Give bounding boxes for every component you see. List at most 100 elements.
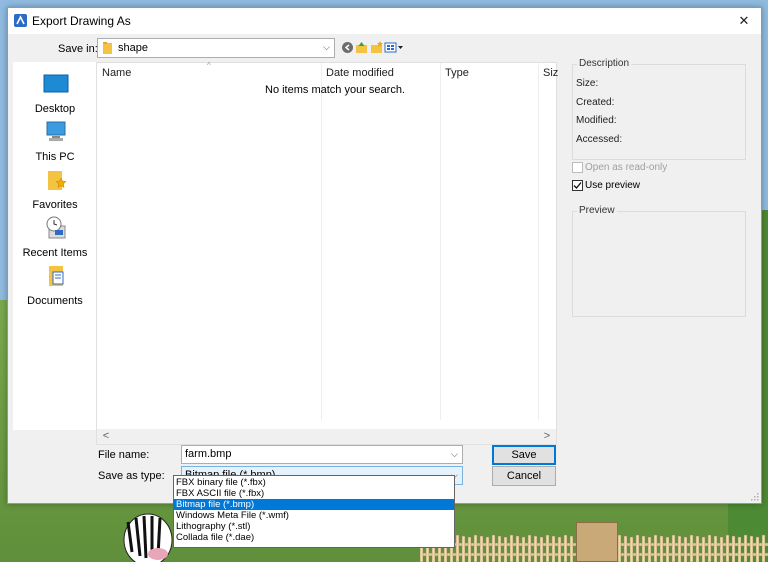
fence-picket: [707, 534, 712, 562]
place-desktop[interactable]: Desktop: [13, 70, 97, 116]
scroll-left-icon[interactable]: <: [99, 429, 113, 444]
column-header-type[interactable]: Type: [445, 67, 469, 79]
fence-picket: [467, 536, 472, 562]
preview-legend: Preview: [577, 205, 617, 216]
title-bar: Export Drawing As ✕: [8, 8, 761, 34]
description-group: Description Size: Created: Modified: Acc…: [572, 58, 746, 160]
place-label: This PC: [35, 151, 75, 163]
use-preview-checkbox[interactable]: [572, 180, 583, 191]
fence-picket: [683, 536, 688, 562]
chevron-down-icon: ⌵: [451, 449, 458, 459]
save-in-label: Save in:: [58, 43, 98, 55]
fence-picket: [623, 535, 628, 562]
modified-label: Modified:: [576, 115, 617, 126]
folder-icon: [103, 42, 112, 54]
file-name-value: farm.bmp: [185, 448, 232, 460]
view-menu-icon[interactable]: [384, 41, 404, 54]
file-name-label: File name:: [98, 449, 150, 461]
preview-group: Preview: [572, 205, 746, 317]
open-read-only-checkbox[interactable]: [572, 162, 583, 173]
fence-picket: [473, 534, 478, 562]
fence-picket: [503, 536, 508, 562]
fence-picket: [551, 535, 556, 562]
created-label: Created:: [576, 97, 615, 108]
column-header-size[interactable]: Siz: [543, 67, 558, 79]
cancel-button[interactable]: Cancel: [492, 466, 556, 486]
recent-items-icon: [46, 216, 66, 239]
column-divider: [538, 63, 539, 420]
save-button[interactable]: Save: [492, 445, 556, 465]
back-icon[interactable]: [341, 41, 354, 54]
file-list[interactable]: Name ^ Date modified Type Siz No items m…: [96, 61, 558, 445]
fence-picket: [719, 536, 724, 562]
fence-picket: [563, 534, 568, 562]
place-recent-items[interactable]: Recent Items: [13, 214, 97, 260]
horizontal-scrollbar[interactable]: < >: [97, 429, 556, 444]
dropdown-option-selected[interactable]: Bitmap file (*.bmp): [174, 499, 454, 510]
this-pc-icon: [46, 121, 66, 141]
use-preview-label: Use preview: [585, 180, 641, 191]
empty-message: No items match your search.: [265, 84, 405, 96]
desktop-icon: [43, 74, 69, 93]
fence-picket: [647, 536, 652, 562]
chevron-down-icon: ⌵: [323, 42, 330, 52]
checkmark-icon: [573, 182, 582, 189]
column-header-name[interactable]: Name: [102, 67, 131, 79]
dropdown-option[interactable]: FBX binary file (*.fbx): [174, 477, 454, 488]
fence-picket: [629, 536, 634, 562]
save-in-combo[interactable]: shape ⌵: [97, 38, 335, 58]
fence-picket: [731, 535, 736, 562]
fence-picket: [701, 536, 706, 562]
dropdown-option[interactable]: Windows Meta File (*.wmf): [174, 510, 454, 521]
new-folder-icon[interactable]: [370, 41, 383, 54]
fence-picket: [641, 535, 646, 562]
dropdown-option[interactable]: Collada file (*.dae): [174, 532, 454, 543]
fence-picket: [533, 535, 538, 562]
fence-picket: [509, 534, 514, 562]
documents-icon: [49, 266, 64, 286]
place-label: Favorites: [32, 199, 78, 211]
fence-picket: [617, 534, 622, 562]
save-in-value: shape: [118, 42, 148, 54]
place-label: Documents: [27, 295, 83, 307]
fence-picket: [635, 534, 640, 562]
fence-picket: [455, 534, 460, 562]
fence-picket: [491, 534, 496, 562]
scroll-right-icon[interactable]: >: [540, 429, 554, 444]
file-name-field[interactable]: farm.bmp ⌵: [181, 445, 463, 464]
fence-picket: [677, 535, 682, 562]
open-read-only-label: Open as read-only: [585, 162, 668, 173]
dialog-title: Export Drawing As: [32, 14, 131, 28]
column-header-date-modified[interactable]: Date modified: [326, 67, 394, 79]
fence-picket: [689, 534, 694, 562]
fence-picket: [749, 535, 754, 562]
fence-picket: [761, 534, 766, 562]
resize-grip-icon[interactable]: [749, 491, 759, 501]
place-label: Desktop: [34, 103, 76, 115]
fence-picket: [653, 534, 658, 562]
fence-picket: [479, 535, 484, 562]
places-bar: Desktop This PC Favorites Recent Items D…: [13, 62, 97, 430]
fence-picket: [485, 536, 490, 562]
save-as-type-dropdown[interactable]: FBX binary file (*.fbx) FBX ASCII file (…: [173, 475, 455, 548]
fence-picket: [539, 536, 544, 562]
column-divider: [321, 63, 322, 420]
size-label: Size:: [576, 78, 599, 89]
close-button[interactable]: ✕: [727, 8, 761, 34]
export-dialog: Export Drawing As ✕ Save in: shape ⌵ Des…: [7, 7, 762, 504]
place-documents[interactable]: Documents: [13, 262, 97, 308]
place-this-pc[interactable]: This PC: [13, 118, 97, 164]
place-favorites[interactable]: Favorites: [13, 166, 97, 212]
fence-picket: [659, 535, 664, 562]
background-shed: [576, 522, 618, 562]
column-divider: [440, 63, 441, 420]
fence-picket: [737, 536, 742, 562]
fence-picket: [725, 534, 730, 562]
fence-picket: [515, 535, 520, 562]
fence-picket: [665, 536, 670, 562]
fence-picket: [569, 535, 574, 562]
up-folder-icon[interactable]: [355, 41, 368, 54]
dropdown-option[interactable]: Lithography (*.stl): [174, 521, 454, 532]
dropdown-option[interactable]: FBX ASCII file (*.fbx): [174, 488, 454, 499]
fence-picket: [755, 536, 760, 562]
